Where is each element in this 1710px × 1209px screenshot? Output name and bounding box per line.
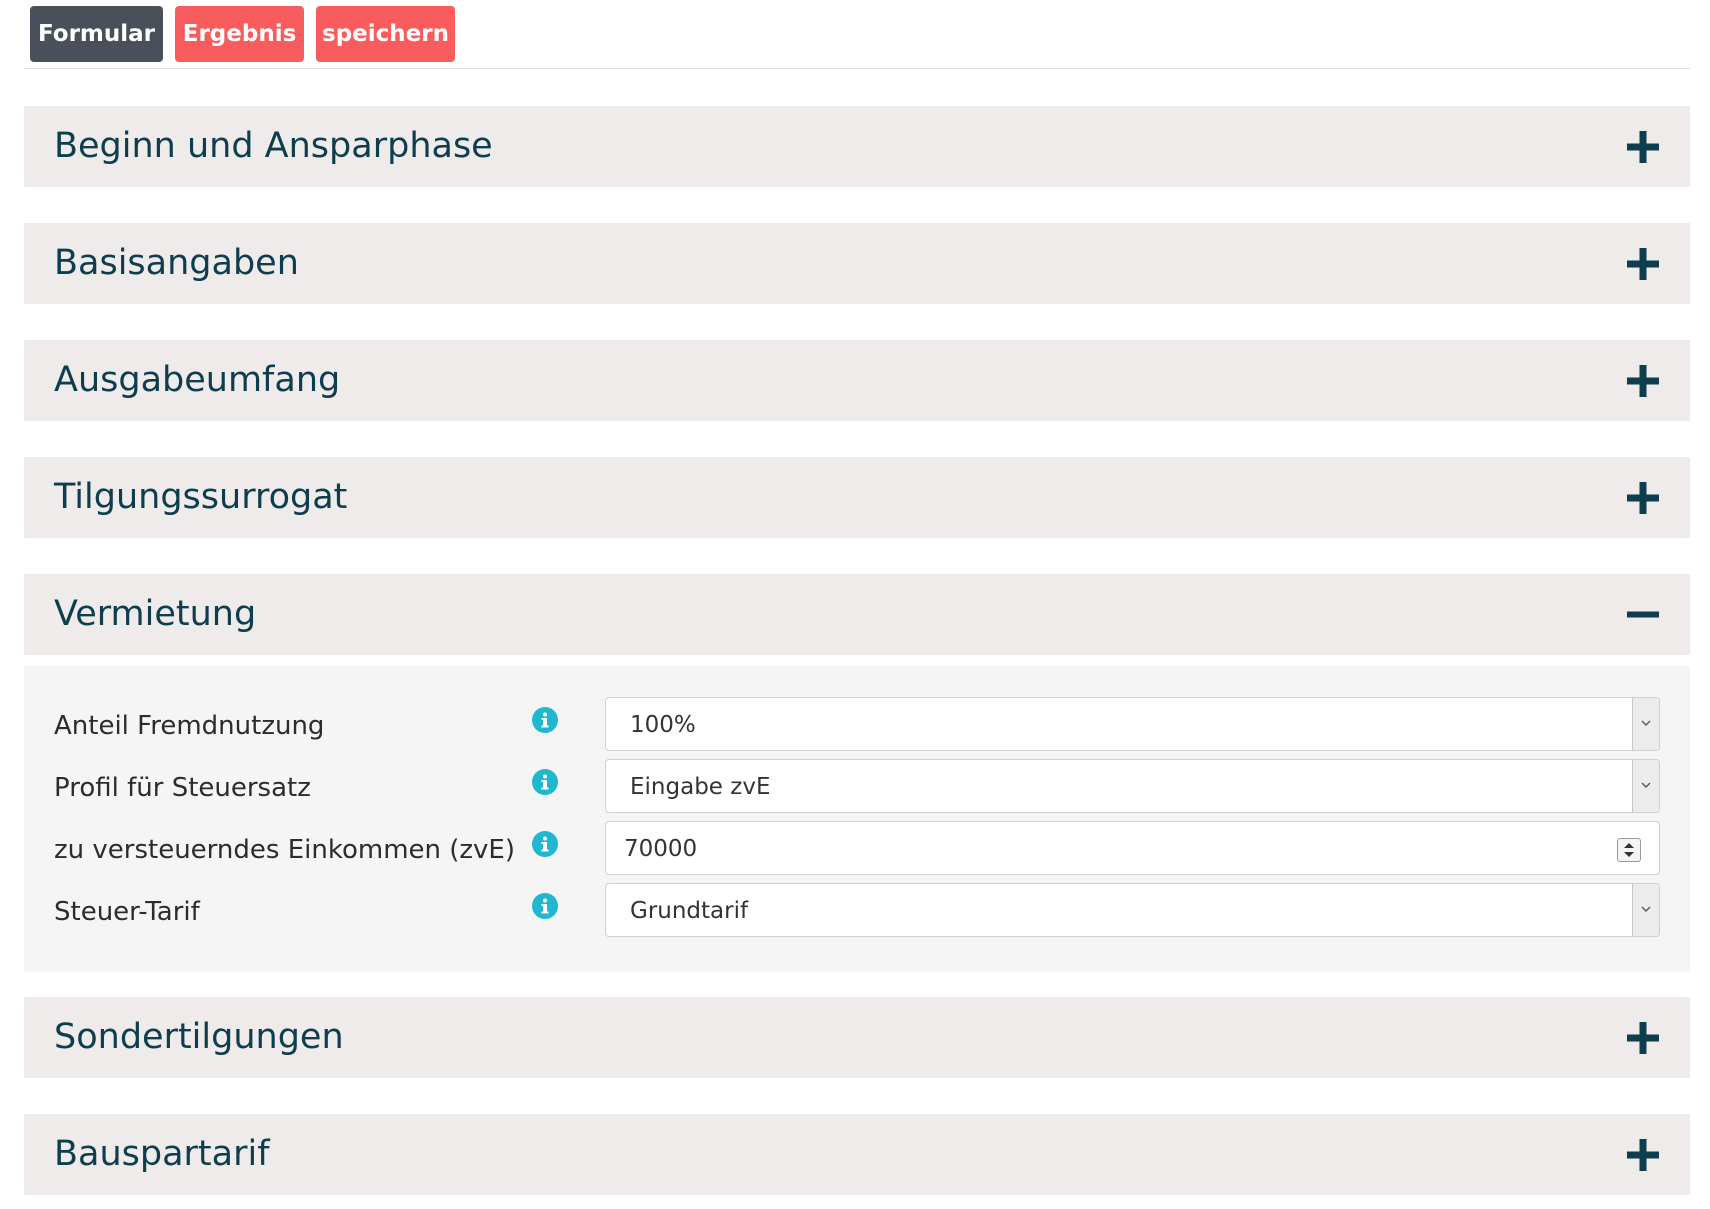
calculator-page: Formular Ergebnis speichern Beginn und A… [0, 0, 1710, 1209]
chevron-down-icon[interactable] [1632, 760, 1659, 812]
field-label: Anteil Fremdnutzung [54, 711, 325, 741]
section-header-bauspartarif[interactable]: Bauspartarif [24, 1114, 1690, 1195]
select-value: 100% [630, 712, 696, 738]
tab-formular[interactable]: Formular [30, 6, 163, 62]
form-row-anteil-fremdnutzung: Anteil Fremdnutzung 100% [24, 697, 1690, 753]
plus-icon[interactable] [1626, 481, 1660, 515]
input-value: 70000 [624, 836, 698, 862]
plus-icon[interactable] [1626, 364, 1660, 398]
info-icon[interactable] [532, 893, 558, 919]
form-row-steuer-tarif: Steuer-Tarif Grundtarif [24, 883, 1690, 939]
minus-icon[interactable] [1626, 598, 1660, 632]
anteil-fremdnutzung-select[interactable]: 100% [605, 697, 1660, 751]
zve-number-input[interactable]: 70000 [605, 821, 1660, 875]
section-header-sondertilgungen[interactable]: Sondertilgungen [24, 997, 1690, 1078]
stepper-icon[interactable] [1617, 838, 1641, 862]
section-title: Sondertilgungen [54, 1017, 344, 1057]
field-label: Steuer-Tarif [54, 897, 200, 927]
plus-icon[interactable] [1626, 247, 1660, 281]
tab-bar: Formular Ergebnis speichern [24, 0, 1690, 69]
save-button[interactable]: speichern [316, 6, 455, 62]
form-row-profil-steuersatz: Profil für Steuersatz Eingabe zvE [24, 759, 1690, 815]
section-title: Vermietung [54, 594, 257, 634]
section-header-beginn-und-ansparphase[interactable]: Beginn und Ansparphase [24, 106, 1690, 187]
steuer-tarif-select[interactable]: Grundtarif [605, 883, 1660, 937]
tab-ergebnis[interactable]: Ergebnis [175, 6, 304, 62]
chevron-down-icon[interactable] [1632, 884, 1659, 936]
info-icon[interactable] [532, 831, 558, 857]
section-header-tilgungssurrogat[interactable]: Tilgungssurrogat [24, 457, 1690, 538]
info-icon[interactable] [532, 707, 558, 733]
section-title: Beginn und Ansparphase [54, 126, 493, 166]
select-value: Grundtarif [630, 898, 749, 924]
plus-icon[interactable] [1626, 130, 1660, 164]
section-header-basisangaben[interactable]: Basisangaben [24, 223, 1690, 304]
plus-icon[interactable] [1626, 1138, 1660, 1172]
chevron-down-icon[interactable] [1632, 698, 1659, 750]
info-icon[interactable] [532, 769, 558, 795]
plus-icon[interactable] [1626, 1021, 1660, 1055]
field-label: zu versteuerndes Einkommen (zvE) [54, 835, 516, 865]
section-header-ausgabeumfang[interactable]: Ausgabeumfang [24, 340, 1690, 421]
select-value: Eingabe zvE [630, 774, 771, 800]
section-header-vermietung[interactable]: Vermietung [24, 574, 1690, 655]
vermietung-panel: Anteil Fremdnutzung 100% Profil für Steu… [24, 666, 1690, 972]
profil-steuersatz-select[interactable]: Eingabe zvE [605, 759, 1660, 813]
section-title: Ausgabeumfang [54, 360, 341, 400]
section-title: Tilgungssurrogat [54, 477, 348, 517]
field-label: Profil für Steuersatz [54, 773, 311, 803]
section-title: Basisangaben [54, 243, 299, 283]
form-row-zve: zu versteuerndes Einkommen (zvE) 70000 [24, 821, 1690, 877]
section-title: Bauspartarif [54, 1134, 270, 1174]
